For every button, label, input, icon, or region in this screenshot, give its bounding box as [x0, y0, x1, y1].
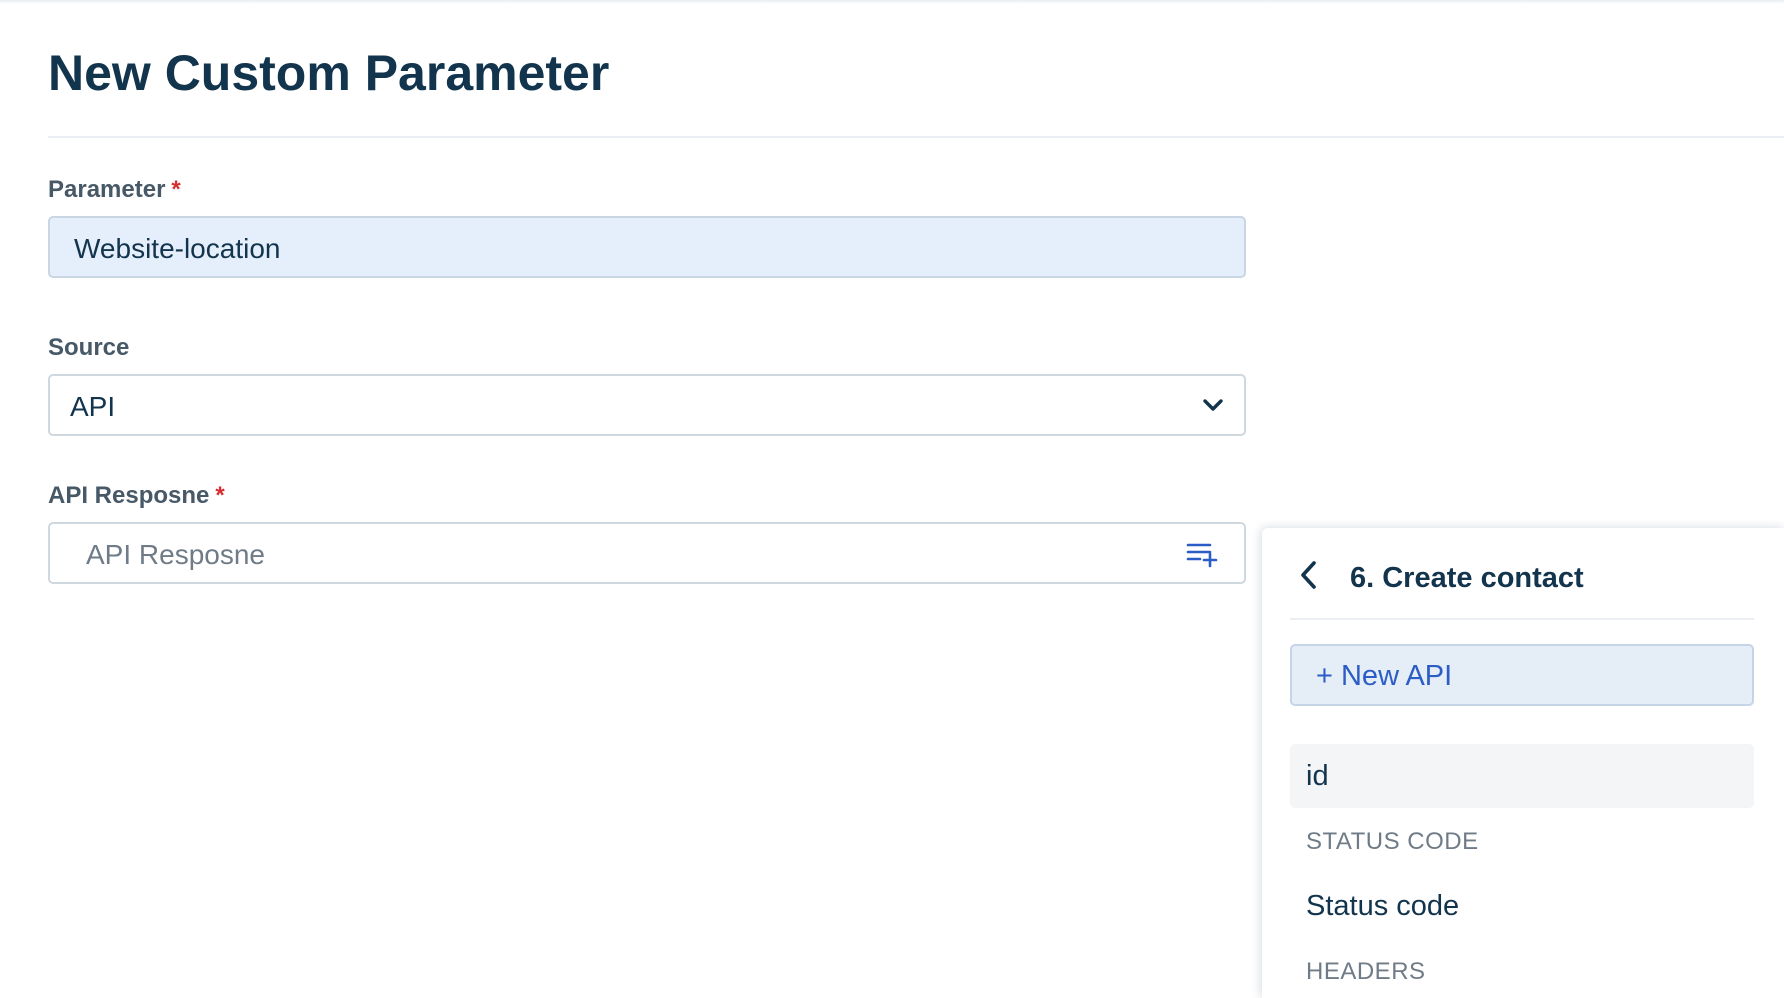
- picker-item-label: id: [1306, 760, 1329, 792]
- parameter-required-mark: *: [171, 176, 181, 203]
- api-response-input[interactable]: API Resposne: [48, 522, 1246, 584]
- picker-item-status-code[interactable]: Status code: [1290, 874, 1754, 938]
- parameter-input[interactable]: Website-location: [48, 216, 1246, 278]
- new-api-button-label: + New API: [1316, 660, 1453, 692]
- source-label-text: Source: [48, 334, 130, 361]
- source-label: Source: [48, 334, 129, 362]
- api-response-placeholder: API Resposne: [86, 539, 265, 570]
- api-response-picker-panel: 6. Create contact + New API id STATUS CO…: [1262, 528, 1784, 998]
- source-select-value: API: [70, 391, 116, 422]
- picker-title: 6. Create contact: [1350, 562, 1584, 594]
- parameter-input-value: Website-location: [74, 233, 281, 264]
- picker-item-label: Status code: [1306, 890, 1460, 922]
- source-select[interactable]: API: [48, 374, 1246, 436]
- api-response-label-text: API Resposne: [48, 482, 210, 509]
- api-response-label: API Resposne *: [48, 482, 225, 510]
- picker-section-headers: HEADERS: [1306, 958, 1426, 985]
- picker-item-id[interactable]: id: [1290, 744, 1754, 808]
- title-divider: [48, 136, 1784, 138]
- page-title: New Custom Parameter: [48, 45, 610, 101]
- top-shadow: [0, 0, 1784, 4]
- api-response-required-mark: *: [215, 482, 225, 509]
- picker-section-status-code: STATUS CODE: [1306, 828, 1479, 855]
- new-api-button[interactable]: + New API: [1290, 644, 1754, 706]
- chevron-down-icon[interactable]: [1202, 394, 1224, 416]
- parameter-label: Parameter *: [48, 176, 181, 204]
- chevron-left-icon[interactable]: [1298, 558, 1320, 592]
- picker-divider: [1290, 618, 1754, 620]
- playlist-add-icon[interactable]: [1186, 540, 1220, 568]
- parameter-label-text: Parameter: [48, 176, 166, 203]
